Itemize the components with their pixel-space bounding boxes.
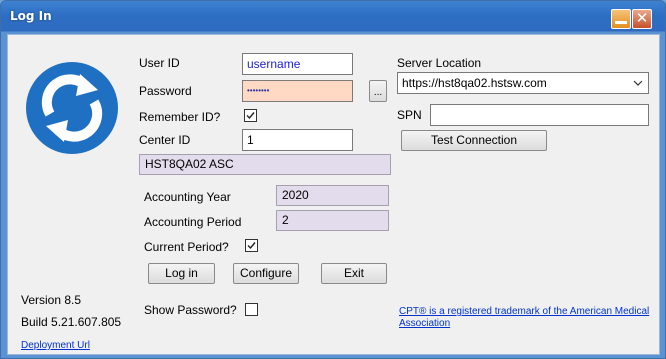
title-bar[interactable]: Log In ✕ (1, 1, 665, 33)
window-title: Log In (10, 9, 52, 23)
build-text: Build 5.21.607.805 (21, 315, 122, 329)
remember-id-label: Remember ID? (139, 110, 221, 124)
cpt-trademark-link-line1[interactable]: CPT® is a registered trademark of the Am… (399, 306, 649, 317)
accounting-period-field: 2 (276, 210, 389, 231)
accounting-year-label: Accounting Year (144, 190, 231, 204)
password-reveal-button[interactable]: ... (369, 80, 387, 102)
close-icon[interactable]: ✕ (632, 9, 652, 29)
show-password-checkbox[interactable] (245, 303, 258, 316)
version-text: Version 8.5 (21, 293, 82, 307)
center-id-input[interactable]: 1 (242, 129, 353, 151)
current-period-label: Current Period? (144, 240, 229, 254)
server-location-select[interactable]: https://hst8qa02.hstsw.com (397, 72, 649, 94)
spn-input[interactable] (430, 104, 649, 126)
password-label: Password (139, 84, 192, 98)
chevron-down-icon (633, 80, 643, 86)
user-id-input[interactable]: username (242, 53, 353, 75)
test-connection-button[interactable]: Test Connection (401, 130, 547, 151)
current-period-checkbox[interactable] (245, 239, 258, 252)
login-button[interactable]: Log in (148, 263, 215, 284)
password-input[interactable]: •••••••• (242, 80, 353, 102)
accounting-period-label: Accounting Period (144, 215, 242, 229)
server-location-value: https://hst8qa02.hstsw.com (402, 76, 547, 90)
remember-id-checkbox[interactable] (244, 109, 257, 122)
exit-button[interactable]: Exit (321, 263, 387, 284)
server-location-label: Server Location (397, 56, 482, 70)
minimize-icon[interactable] (611, 9, 631, 29)
spn-label: SPN (397, 108, 422, 122)
cpt-trademark-link-line2[interactable]: Association (399, 318, 450, 329)
center-id-label: Center ID (139, 133, 191, 147)
sync-arrows-icon (26, 62, 118, 154)
center-name-display: HST8QA02 ASC (139, 154, 391, 175)
client-area: User ID username Password •••••••• ... R… (7, 34, 660, 355)
user-id-label: User ID (139, 56, 180, 70)
show-password-label: Show Password? (144, 303, 237, 317)
configure-button[interactable]: Configure (233, 263, 299, 284)
accounting-year-field: 2020 (276, 185, 389, 206)
login-window: Log In ✕ User ID username Password •••••… (0, 0, 666, 359)
deployment-url-link[interactable]: Deployment Url (21, 340, 90, 351)
